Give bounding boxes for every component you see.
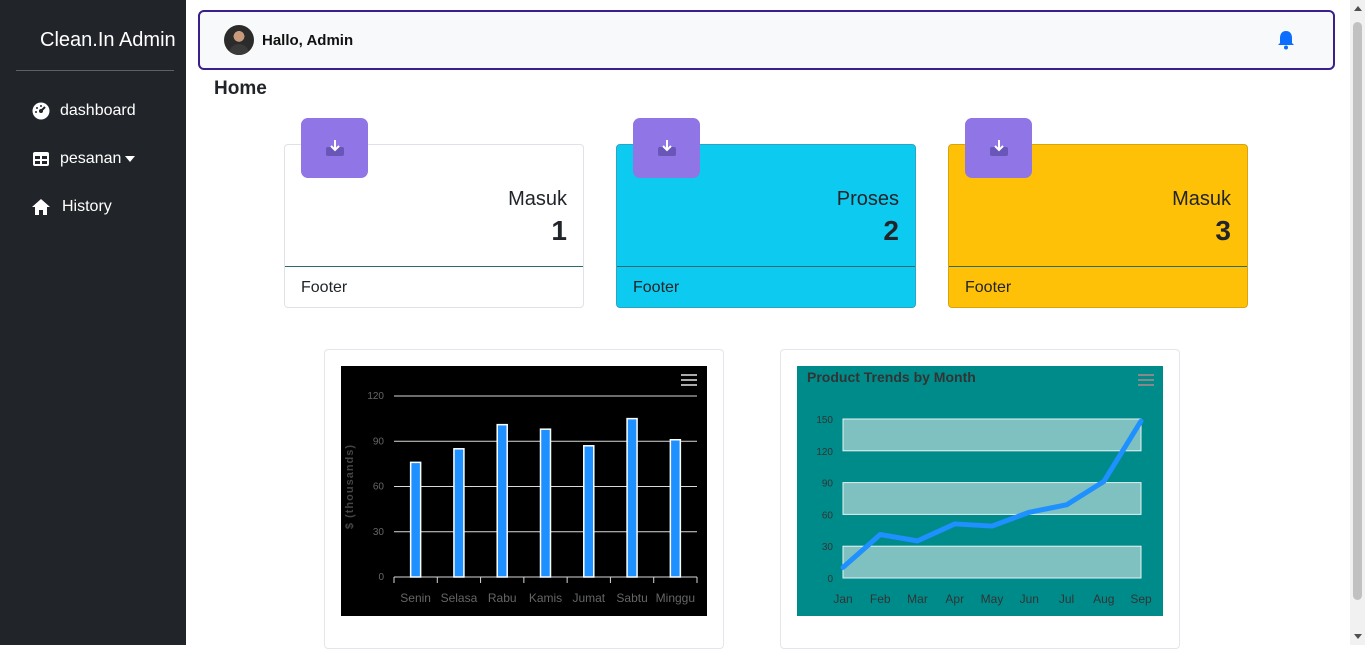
table-grid-icon <box>33 152 49 166</box>
card-title: Masuk <box>508 188 567 210</box>
sidebar-item-history[interactable]: History <box>31 195 112 219</box>
sidebar-item-dashboard[interactable]: dashboard <box>31 99 136 123</box>
x-tick-label: Senin <box>400 591 431 605</box>
y-tick-label: 30 <box>373 527 385 538</box>
sidebar-item-pesanan[interactable]: pesanan <box>31 147 136 171</box>
sidebar-item-label: pesanan <box>60 150 122 167</box>
scrollbar[interactable] <box>1350 0 1365 645</box>
y-tick-label: 120 <box>816 447 833 458</box>
x-tick-label: Jun <box>1020 592 1039 606</box>
brand-title[interactable]: Clean.In Admin <box>40 29 176 52</box>
download-button[interactable] <box>965 118 1032 178</box>
plot-band <box>842 418 1142 452</box>
menu-icon[interactable] <box>681 374 697 386</box>
bar <box>539 428 552 578</box>
bar <box>583 445 595 578</box>
y-axis-label: $ (thousands) <box>344 444 356 529</box>
y-tick-label: 150 <box>816 415 833 426</box>
bar <box>496 423 508 578</box>
menu-icon[interactable] <box>1138 374 1154 386</box>
scrollbar-thumb[interactable] <box>1353 22 1362 600</box>
bar <box>453 448 465 578</box>
download-icon <box>657 140 676 156</box>
line-chart-panel: Product Trends by Month 0 30 60 90 120 150 Jan F… <box>780 349 1180 649</box>
y-tick-label: 0 <box>378 572 384 583</box>
y-tick-label: 30 <box>822 542 834 553</box>
x-tick-label: Apr <box>945 592 964 606</box>
bar <box>626 417 638 578</box>
greeting-text: Hallo, Admin <box>262 32 354 49</box>
data-point <box>879 534 881 536</box>
sidebar-item-label: History <box>62 198 112 215</box>
x-tick-label: Sabtu <box>616 591 647 605</box>
x-tick-label: Feb <box>870 592 891 606</box>
home-icon <box>32 199 50 215</box>
x-tick-label: Sep <box>1130 592 1152 606</box>
y-tick-label: 60 <box>822 510 834 521</box>
scroll-up-arrow-icon[interactable] <box>1354 6 1362 11</box>
data-point <box>991 525 993 527</box>
page-title: Home <box>214 78 267 99</box>
card-divider <box>617 266 915 267</box>
card-title: Proses <box>836 188 899 210</box>
bar <box>669 438 682 578</box>
x-tick-label: Kamis <box>529 591 562 605</box>
card-divider <box>949 266 1247 267</box>
x-tick-label: Jul <box>1059 592 1074 606</box>
x-tick-label: Jumat <box>572 591 605 605</box>
y-tick-label: 90 <box>822 479 834 490</box>
scroll-down-arrow-icon[interactable] <box>1354 634 1362 639</box>
data-point <box>1140 420 1142 422</box>
download-button[interactable] <box>301 118 368 178</box>
sidebar-item-label: dashboard <box>60 102 136 119</box>
card-footer: Footer <box>965 279 1012 296</box>
dashboard-gauge-icon <box>32 102 50 120</box>
sidebar: Clean.In Admin dashboard pesanan History <box>0 0 186 645</box>
card-value: 3 <box>1215 215 1231 246</box>
x-tick-label: Selasa <box>441 591 478 605</box>
plot-band <box>842 545 1142 579</box>
avatar[interactable] <box>224 25 254 55</box>
card-divider <box>285 266 583 267</box>
data-point <box>917 540 918 542</box>
x-tick-label: Minggu <box>656 591 695 605</box>
card-value: 1 <box>551 215 567 246</box>
y-tick-label: 120 <box>367 391 384 402</box>
line-chart: Product Trends by Month 0 30 60 90 120 150 Jan F… <box>797 366 1163 616</box>
bar-chart: 0 30 60 90 120 Senin Selasa Rabu Kamis Jumat Sabtu… <box>341 366 707 616</box>
y-tick-label: 60 <box>373 482 385 493</box>
card-value: 2 <box>883 215 899 246</box>
data-point <box>842 566 844 568</box>
data-point <box>1103 481 1105 483</box>
x-tick-label: Rabu <box>488 591 517 605</box>
bar <box>409 461 422 578</box>
sidebar-divider <box>16 70 174 71</box>
download-button[interactable] <box>633 118 700 178</box>
download-icon <box>325 140 344 156</box>
download-icon <box>989 140 1008 156</box>
top-navbar: Hallo, Admin <box>198 10 1335 70</box>
y-tick-label: 0 <box>827 574 833 585</box>
card-title: Masuk <box>1172 188 1231 210</box>
data-point <box>1028 511 1030 513</box>
chart-title: Product Trends by Month <box>807 369 976 385</box>
x-tick-label: Jan <box>833 592 852 606</box>
x-tick-label: May <box>981 592 1004 606</box>
card-footer: Footer <box>301 279 348 296</box>
bell-icon[interactable] <box>1277 30 1295 50</box>
data-point <box>1066 504 1067 506</box>
y-tick-label: 90 <box>373 436 385 447</box>
card-footer: Footer <box>633 279 680 296</box>
data-point <box>954 523 956 525</box>
x-tick-label: Mar <box>907 592 928 606</box>
x-tick-label: Aug <box>1093 592 1114 606</box>
caret-down-icon <box>125 156 136 162</box>
bar-chart-panel: 0 30 60 90 120 Senin Selasa Rabu Kamis Jumat Sabtu… <box>324 349 724 649</box>
